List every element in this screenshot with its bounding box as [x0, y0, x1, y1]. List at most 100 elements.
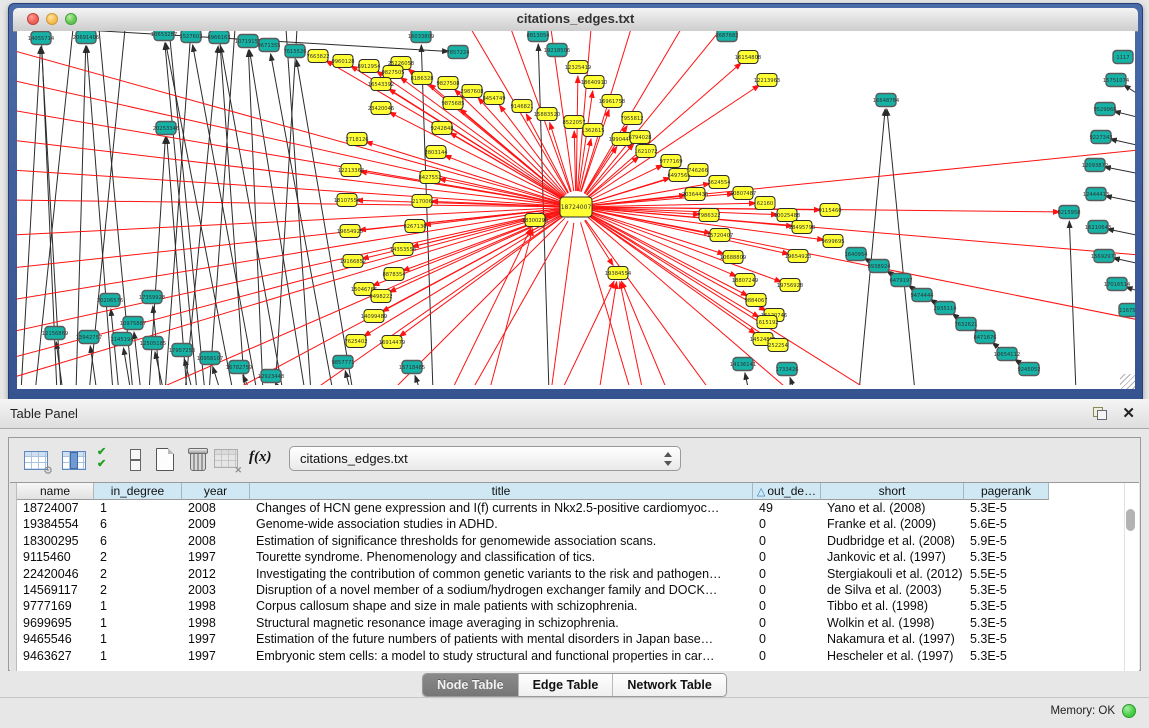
cell-name-row0[interactable]: 18724007: [17, 500, 94, 517]
cell-year-row2[interactable]: 2008: [182, 533, 250, 550]
tab-node-table[interactable]: Node Table: [423, 674, 517, 696]
cell-out_de-row9[interactable]: 0: [753, 648, 821, 665]
edge[interactable]: [209, 31, 235, 385]
cell-title-row9[interactable]: Embryonic stem cells: a model to study s…: [250, 648, 753, 665]
edge[interactable]: [576, 76, 578, 191]
cell-short-row0[interactable]: Yano et al. (2008): [821, 500, 964, 517]
column-header-out_de[interactable]: △out_de…: [753, 483, 821, 500]
cell-short-row9[interactable]: Hescheler et al. (1997): [821, 648, 964, 665]
edge[interactable]: [887, 109, 915, 385]
edge[interactable]: [17, 210, 560, 300]
edge[interactable]: [581, 31, 631, 192]
cell-name-row8[interactable]: 9465546: [17, 631, 94, 648]
edge[interactable]: [249, 50, 305, 385]
edge[interactable]: [745, 373, 749, 385]
cell-in_degree-row8[interactable]: 1: [94, 631, 182, 648]
edge[interactable]: [577, 31, 591, 191]
cell-short-row2[interactable]: Dudbridge et al. (2008): [821, 533, 964, 550]
table-options-icon[interactable]: ⚙: [23, 447, 51, 474]
cell-pagerank-row4[interactable]: 5.5E-5: [964, 566, 1049, 583]
cell-title-row6[interactable]: Corpus callosum shape and size in male p…: [250, 598, 753, 615]
cell-short-row3[interactable]: Jankovic et al. (1997): [821, 549, 964, 566]
edge[interactable]: [248, 50, 263, 385]
cell-out_de-row7[interactable]: 0: [753, 615, 821, 632]
cell-out_de-row1[interactable]: 0: [753, 516, 821, 533]
cell-year-row0[interactable]: 2008: [182, 500, 250, 517]
table-source-dropdown[interactable]: citations_edges.txt: [289, 446, 681, 471]
network-window-titlebar[interactable]: citations_edges.txt: [13, 8, 1138, 32]
edge[interactable]: [1105, 196, 1135, 203]
column-header-year[interactable]: year: [182, 483, 250, 500]
cell-pagerank-row3[interactable]: 5.3E-5: [964, 549, 1049, 566]
cell-title-row4[interactable]: Investigating the contribution of common…: [250, 566, 753, 583]
cell-short-row4[interactable]: Stergiakouli et al. (2012): [821, 566, 964, 583]
cell-in_degree-row5[interactable]: 2: [94, 582, 182, 599]
resize-grip[interactable]: [1120, 374, 1135, 389]
cell-title-row1[interactable]: Genome-wide association studies in ADHD.: [250, 516, 753, 533]
network-canvas[interactable]: 1872400714055714206914061065328715276026…: [17, 31, 1135, 389]
citation-network-graph[interactable]: 1872400714055714206914061065328715276026…: [17, 31, 1135, 385]
cell-short-row1[interactable]: Franke et al. (2009): [821, 516, 964, 533]
tab-network-table[interactable]: Network Table: [612, 674, 726, 696]
tab-edge-table[interactable]: Edge Table: [518, 674, 613, 696]
function-builder-icon[interactable]: f(x): [249, 447, 277, 474]
cell-name-row3[interactable]: 9115460: [17, 549, 94, 566]
column-header-name[interactable]: name: [17, 483, 94, 500]
edge[interactable]: [1069, 221, 1076, 385]
cell-year-row7[interactable]: 1998: [182, 615, 250, 632]
cell-short-row8[interactable]: Nakamura et al. (1997): [821, 631, 964, 648]
edge[interactable]: [471, 221, 568, 385]
cell-year-row3[interactable]: 1997: [182, 549, 250, 566]
edge[interactable]: [275, 31, 297, 385]
cell-name-row1[interactable]: 19384554: [17, 516, 94, 533]
edge[interactable]: [790, 378, 795, 385]
cell-name-row4[interactable]: 22420046: [17, 566, 94, 583]
cell-name-row9[interactable]: 9463627: [17, 648, 94, 665]
cell-title-row2[interactable]: Estimation of significance thresholds fo…: [250, 533, 753, 550]
cell-out_de-row2[interactable]: 0: [753, 533, 821, 550]
new-document-icon[interactable]: [153, 447, 181, 474]
edge[interactable]: [551, 223, 574, 385]
edge[interactable]: [389, 89, 563, 199]
cell-in_degree-row7[interactable]: 1: [94, 615, 182, 632]
edge[interactable]: [1110, 139, 1135, 146]
cell-in_degree-row0[interactable]: 1: [94, 500, 182, 517]
cell-in_degree-row2[interactable]: 6: [94, 533, 182, 550]
float-panel-icon[interactable]: [1093, 407, 1107, 420]
cell-out_de-row3[interactable]: 0: [753, 549, 821, 566]
cell-pagerank-row6[interactable]: 5.3E-5: [964, 598, 1049, 615]
cell-out_de-row6[interactable]: 0: [753, 598, 821, 615]
cell-pagerank-row7[interactable]: 5.3E-5: [964, 615, 1049, 632]
column-header-title[interactable]: title: [250, 483, 753, 500]
cell-pagerank-row0[interactable]: 5.3E-5: [964, 500, 1049, 517]
cell-year-row6[interactable]: 1998: [182, 598, 250, 615]
edge[interactable]: [1104, 167, 1135, 174]
edge[interactable]: [561, 281, 614, 385]
cell-pagerank-row9[interactable]: 5.3E-5: [964, 648, 1049, 665]
edge[interactable]: [1114, 111, 1135, 118]
cell-title-row8[interactable]: Estimation of the future numbers of pati…: [250, 631, 753, 648]
cell-name-row7[interactable]: 9699695: [17, 615, 94, 632]
cell-title-row7[interactable]: Structural magnetic resonance image aver…: [250, 615, 753, 632]
show-column-icon[interactable]: [61, 447, 89, 474]
cell-in_degree-row3[interactable]: 2: [94, 549, 182, 566]
cell-short-row5[interactable]: de Silva et al. (2003): [821, 582, 964, 599]
edge[interactable]: [17, 210, 560, 332]
cell-year-row8[interactable]: 1997: [182, 631, 250, 648]
edge[interactable]: [621, 281, 667, 385]
cell-pagerank-row2[interactable]: 5.9E-5: [964, 533, 1049, 550]
edge[interactable]: [415, 376, 421, 385]
cell-in_degree-row4[interactable]: 2: [94, 566, 182, 583]
cell-name-row5[interactable]: 14569117: [17, 582, 94, 599]
close-panel-icon[interactable]: ✕: [1122, 404, 1135, 422]
node-table[interactable]: namein_degreeyeartitle△out_de…shortpager…: [10, 482, 1139, 671]
edge[interactable]: [221, 46, 283, 385]
cell-out_de-row5[interactable]: 0: [753, 582, 821, 599]
cell-year-row5[interactable]: 2003: [182, 582, 250, 599]
cell-pagerank-row8[interactable]: 5.3E-5: [964, 631, 1049, 648]
cell-year-row1[interactable]: 2009: [182, 516, 250, 533]
edge[interactable]: [123, 348, 131, 385]
edge[interactable]: [587, 144, 634, 196]
trash-icon[interactable]: [185, 447, 213, 474]
column-header-in_degree[interactable]: in_degree: [94, 483, 182, 500]
